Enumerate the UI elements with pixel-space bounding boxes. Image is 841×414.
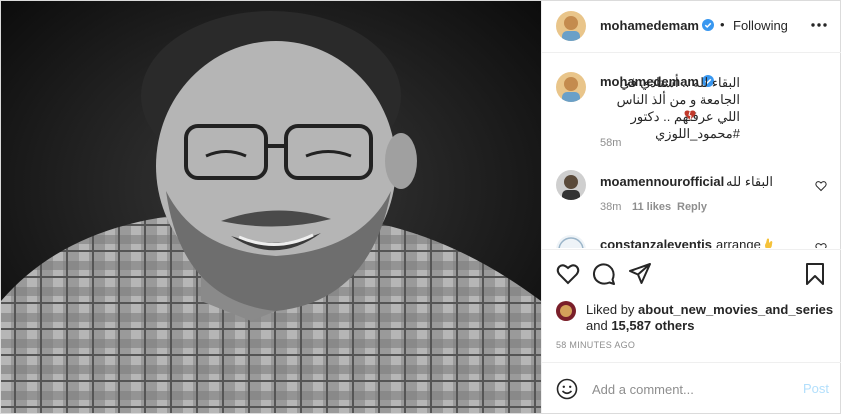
likes-summary: Liked by about_new_movies_and_series and… [556, 298, 836, 338]
post-timestamp: 58 MINUTES AGO [556, 340, 636, 350]
commenter-avatar[interactable] [556, 235, 586, 248]
portrait-image [1, 1, 541, 413]
likes-prefix: Liked by [586, 302, 635, 317]
post-header: mohamedemam • Following [542, 1, 841, 53]
comment-item: constanzaleventis arrange [556, 232, 831, 248]
comment-input[interactable] [592, 380, 782, 398]
commenter-avatar[interactable] [556, 170, 586, 200]
author-username-text: mohamedemam [600, 18, 699, 33]
comment-time: 38m [600, 201, 622, 213]
liker-username[interactable]: about_new_movies_and_series [638, 302, 833, 317]
comment-like-icon[interactable] [815, 180, 827, 192]
comments-list[interactable]: mohamedemam البقاء لله .. أستاذي في الجا… [542, 54, 841, 248]
post-actions-bar [542, 249, 841, 292]
post-comment-button[interactable]: Post [803, 381, 829, 396]
separator-dot: • [720, 17, 725, 32]
comment-text: البقاء لله [726, 174, 773, 189]
broken-heart-icon [684, 110, 696, 121]
bookmark-icon[interactable] [803, 262, 827, 286]
instagram-post: mohamedemam • Following mohamedemam البق… [0, 0, 841, 414]
comment-item: moamennourofficial البقاء لله 38m 11 lik… [556, 170, 831, 216]
liker-avatar[interactable] [556, 301, 576, 321]
commenter-username[interactable]: moamennourofficial [600, 174, 724, 189]
smiley-icon[interactable] [556, 378, 578, 400]
following-button[interactable]: Following [733, 18, 788, 33]
likes-and: and [586, 318, 608, 333]
post-photo[interactable] [1, 1, 541, 413]
likes-text: Liked by about_new_movies_and_series and… [586, 302, 833, 334]
heart-icon[interactable] [556, 262, 580, 286]
comment-likes[interactable]: 11 likes [632, 201, 671, 213]
commenter-username[interactable]: constanzaleventis [600, 237, 712, 248]
author-avatar[interactable] [556, 11, 586, 41]
caption-text: البقاء لله .. أستاذي في الجامعة و من ألذ… [616, 75, 740, 141]
comment-text: arrange [716, 237, 761, 248]
caption-time: 58m [600, 137, 622, 149]
add-comment-bar: Post [542, 362, 841, 413]
caption-item: mohamedemam البقاء لله .. أستاذي في الجا… [556, 72, 831, 152]
paper-plane-icon[interactable] [628, 262, 652, 286]
likes-count[interactable]: 15,587 others [611, 318, 694, 333]
reply-button[interactable]: Reply [677, 201, 707, 213]
author-avatar-small[interactable] [556, 72, 586, 102]
author-username[interactable]: mohamedemam [600, 18, 714, 33]
comment-bubble-icon[interactable] [592, 262, 616, 286]
post-side-panel: mohamedemam • Following mohamedemam البق… [541, 1, 841, 413]
ellipsis-icon[interactable] [811, 23, 827, 27]
comment-like-icon[interactable] [815, 242, 827, 248]
hand-emoji-icon [765, 238, 773, 248]
verified-badge-icon [701, 19, 714, 31]
